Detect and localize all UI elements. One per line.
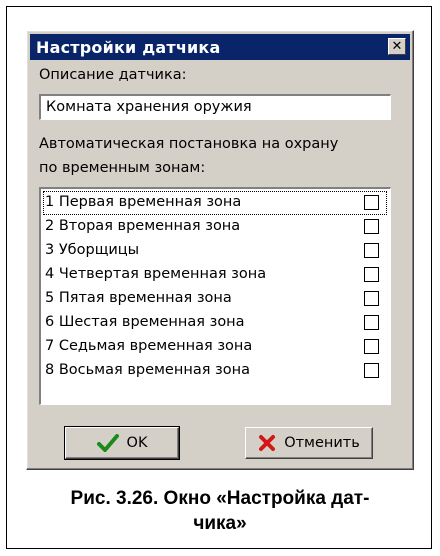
- dialog-title: Настройки датчика: [36, 38, 221, 57]
- list-item[interactable]: 5 Пятая временная зона: [43, 287, 387, 311]
- ok-label: OK: [126, 435, 148, 451]
- close-button[interactable]: ✕: [388, 38, 406, 55]
- close-icon: ✕: [391, 39, 403, 54]
- list-item[interactable]: 1 Первая временная зона: [43, 191, 387, 215]
- list-item[interactable]: 2 Вторая временная зона: [43, 215, 387, 239]
- zone-label: 7 Седьмая временная зона: [45, 338, 253, 354]
- cancel-label: Отменить: [284, 435, 360, 451]
- zone-checkbox[interactable]: [364, 267, 379, 282]
- zone-checkbox[interactable]: [364, 363, 379, 378]
- zone-label: 4 Четвертая временная зона: [45, 266, 267, 282]
- cancel-button[interactable]: Отменить: [245, 427, 373, 459]
- zone-label: 2 Вторая временная зона: [45, 218, 241, 234]
- caption-line-1: Рис. 3.26. Окно «Настройка дат-: [70, 488, 370, 509]
- ok-button[interactable]: OK: [64, 426, 180, 460]
- list-item[interactable]: 6 Шестая временная зона: [43, 311, 387, 335]
- red-x-icon: [259, 435, 276, 451]
- list-item[interactable]: 7 Седьмая временная зона: [43, 335, 387, 359]
- description-label: Описание датчика:: [39, 67, 187, 83]
- autoarm-label-line2: по временным зонам:: [39, 160, 206, 176]
- caption-line-2: чика»: [193, 513, 247, 534]
- zone-label: 6 Шестая временная зона: [45, 314, 245, 330]
- zone-label: 1 Первая временная зона: [45, 194, 242, 210]
- zone-checkbox[interactable]: [364, 291, 379, 306]
- zone-label: 3 Уборщицы: [45, 242, 140, 258]
- sensor-settings-dialog: Настройки датчика ✕ Описание датчика: Ко…: [26, 30, 414, 470]
- title-bar[interactable]: Настройки датчика ✕: [30, 34, 410, 60]
- list-item[interactable]: 3 Уборщицы: [43, 239, 387, 263]
- figure-caption: Рис. 3.26. Окно «Настройка дат- чика»: [0, 486, 440, 536]
- zone-checkbox[interactable]: [364, 243, 379, 258]
- autoarm-label-line1: Автоматическая постановка на охрану: [39, 136, 339, 152]
- zone-checkbox[interactable]: [364, 339, 379, 354]
- checkmark-icon: [96, 434, 119, 452]
- time-zone-list[interactable]: 1 Первая временная зона 2 Вторая временн…: [39, 187, 391, 405]
- list-item[interactable]: 4 Четвертая временная зона: [43, 263, 387, 287]
- zone-label: 8 Восьмая временная зона: [45, 362, 250, 378]
- zone-checkbox[interactable]: [364, 315, 379, 330]
- list-item[interactable]: 8 Восьмая временная зона: [43, 359, 387, 383]
- zone-label: 5 Пятая временная зона: [45, 290, 232, 306]
- description-field[interactable]: Комната хранения оружия: [39, 94, 391, 120]
- zone-checkbox[interactable]: [364, 195, 379, 210]
- zone-checkbox[interactable]: [364, 219, 379, 234]
